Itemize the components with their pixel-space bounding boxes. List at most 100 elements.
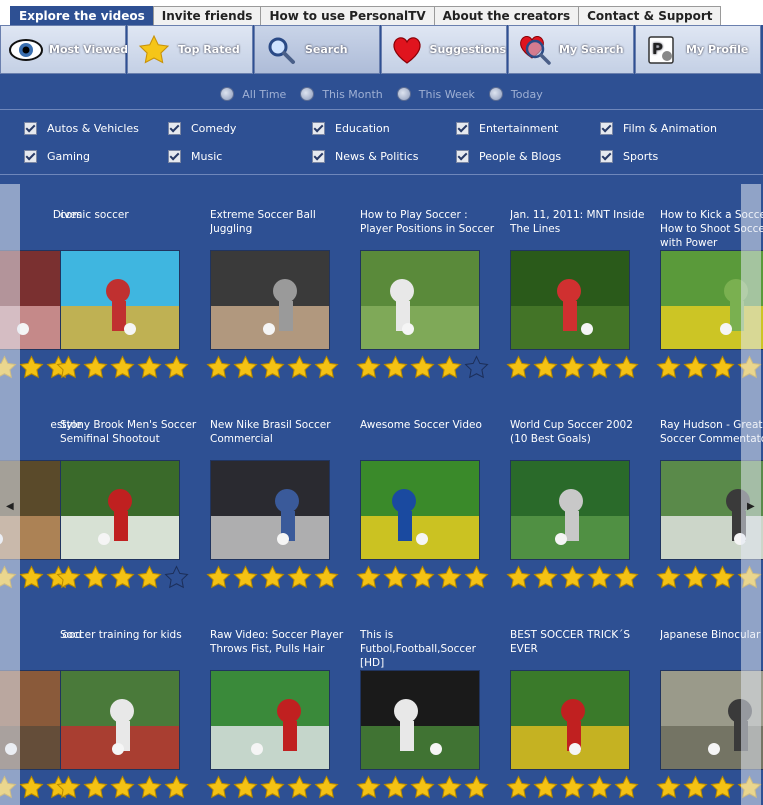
- star-filled-icon[interactable]: [164, 355, 189, 380]
- star-filled-icon[interactable]: [356, 775, 381, 800]
- star-rating[interactable]: [506, 565, 641, 590]
- star-filled-icon[interactable]: [287, 775, 312, 800]
- star-rating[interactable]: [206, 775, 341, 800]
- star-filled-icon[interactable]: [383, 355, 408, 380]
- star-filled-icon[interactable]: [137, 355, 162, 380]
- video-thumbnail[interactable]: [210, 460, 330, 560]
- video-thumbnail[interactable]: [360, 250, 480, 350]
- star-filled-icon[interactable]: [287, 565, 312, 590]
- video-title[interactable]: Jan. 11, 2011: MNT Inside The Lines: [510, 208, 650, 248]
- video-thumbnail[interactable]: [60, 460, 180, 560]
- video-title[interactable]: BEST SOCCER TRICK´S EVER: [510, 628, 650, 668]
- tab-how-to-use-personaltv[interactable]: How to use PersonalTV: [260, 6, 435, 25]
- nav-search-button[interactable]: Search: [254, 25, 380, 74]
- star-filled-icon[interactable]: [206, 565, 231, 590]
- star-filled-icon[interactable]: [383, 565, 408, 590]
- star-filled-icon[interactable]: [533, 565, 558, 590]
- scroll-right-handle[interactable]: ▶: [741, 184, 761, 805]
- star-filled-icon[interactable]: [56, 775, 81, 800]
- star-filled-icon[interactable]: [110, 775, 135, 800]
- nav-suggestions-button[interactable]: Suggestions: [381, 25, 507, 74]
- star-filled-icon[interactable]: [233, 565, 258, 590]
- tab-explore-the-videos[interactable]: Explore the videos: [10, 6, 154, 25]
- star-filled-icon[interactable]: [464, 775, 489, 800]
- star-filled-icon[interactable]: [656, 775, 681, 800]
- star-filled-icon[interactable]: [83, 565, 108, 590]
- star-filled-icon[interactable]: [356, 355, 381, 380]
- video-title[interactable]: Extreme Soccer Ball Juggling: [210, 208, 350, 248]
- star-filled-icon[interactable]: [206, 775, 231, 800]
- star-filled-icon[interactable]: [614, 775, 639, 800]
- star-filled-icon[interactable]: [314, 355, 339, 380]
- star-rating[interactable]: [356, 355, 491, 380]
- star-filled-icon[interactable]: [110, 565, 135, 590]
- star-rating[interactable]: [206, 355, 341, 380]
- star-filled-icon[interactable]: [83, 775, 108, 800]
- star-filled-icon[interactable]: [683, 355, 708, 380]
- star-empty-icon[interactable]: [464, 355, 489, 380]
- star-filled-icon[interactable]: [587, 355, 612, 380]
- video-title[interactable]: Stony Brook Men's Soccer Semifinal Shoot…: [60, 418, 200, 458]
- star-filled-icon[interactable]: [464, 565, 489, 590]
- star-rating[interactable]: [506, 355, 641, 380]
- star-filled-icon[interactable]: [383, 775, 408, 800]
- video-thumbnail[interactable]: [60, 250, 180, 350]
- star-rating[interactable]: [56, 355, 191, 380]
- star-filled-icon[interactable]: [656, 355, 681, 380]
- star-filled-icon[interactable]: [356, 565, 381, 590]
- video-thumbnail[interactable]: [510, 460, 630, 560]
- video-title[interactable]: World Cup Soccer 2002 (10 Best Goals): [510, 418, 650, 458]
- star-filled-icon[interactable]: [260, 355, 285, 380]
- star-filled-icon[interactable]: [437, 775, 462, 800]
- video-title[interactable]: How to Play Soccer : Player Positions in…: [360, 208, 500, 248]
- star-filled-icon[interactable]: [614, 355, 639, 380]
- video-thumbnail[interactable]: [360, 670, 480, 770]
- star-filled-icon[interactable]: [410, 775, 435, 800]
- star-filled-icon[interactable]: [19, 355, 44, 380]
- star-filled-icon[interactable]: [710, 355, 735, 380]
- video-title[interactable]: New Nike Brasil Soccer Commercial: [210, 418, 350, 458]
- video-title[interactable]: comic soccer: [60, 208, 200, 248]
- star-filled-icon[interactable]: [437, 565, 462, 590]
- star-filled-icon[interactable]: [560, 775, 585, 800]
- star-filled-icon[interactable]: [56, 355, 81, 380]
- video-thumbnail[interactable]: [60, 670, 180, 770]
- star-filled-icon[interactable]: [533, 775, 558, 800]
- video-title[interactable]: Awesome Soccer Video: [360, 418, 500, 458]
- video-title[interactable]: Soccer training for kids: [60, 628, 200, 668]
- video-thumbnail[interactable]: [360, 460, 480, 560]
- star-rating[interactable]: [356, 775, 491, 800]
- star-filled-icon[interactable]: [56, 565, 81, 590]
- star-filled-icon[interactable]: [587, 775, 612, 800]
- star-rating[interactable]: [56, 775, 191, 800]
- star-filled-icon[interactable]: [137, 565, 162, 590]
- star-filled-icon[interactable]: [506, 565, 531, 590]
- star-filled-icon[interactable]: [83, 355, 108, 380]
- star-filled-icon[interactable]: [710, 565, 735, 590]
- video-thumbnail[interactable]: [210, 670, 330, 770]
- star-filled-icon[interactable]: [560, 355, 585, 380]
- star-filled-icon[interactable]: [683, 775, 708, 800]
- star-filled-icon[interactable]: [233, 775, 258, 800]
- star-filled-icon[interactable]: [19, 775, 44, 800]
- star-filled-icon[interactable]: [656, 565, 681, 590]
- star-filled-icon[interactable]: [314, 775, 339, 800]
- star-rating[interactable]: [506, 775, 641, 800]
- star-filled-icon[interactable]: [614, 565, 639, 590]
- star-filled-icon[interactable]: [233, 355, 258, 380]
- star-filled-icon[interactable]: [137, 775, 162, 800]
- star-filled-icon[interactable]: [206, 355, 231, 380]
- star-filled-icon[interactable]: [506, 355, 531, 380]
- star-rating[interactable]: [206, 565, 341, 590]
- star-filled-icon[interactable]: [560, 565, 585, 590]
- star-filled-icon[interactable]: [260, 565, 285, 590]
- star-filled-icon[interactable]: [19, 565, 44, 590]
- tab-contact-support[interactable]: Contact & Support: [578, 6, 722, 25]
- star-rating[interactable]: [56, 565, 191, 590]
- star-filled-icon[interactable]: [437, 355, 462, 380]
- star-filled-icon[interactable]: [314, 565, 339, 590]
- star-filled-icon[interactable]: [683, 565, 708, 590]
- star-filled-icon[interactable]: [410, 355, 435, 380]
- video-thumbnail[interactable]: [510, 670, 630, 770]
- star-filled-icon[interactable]: [164, 775, 189, 800]
